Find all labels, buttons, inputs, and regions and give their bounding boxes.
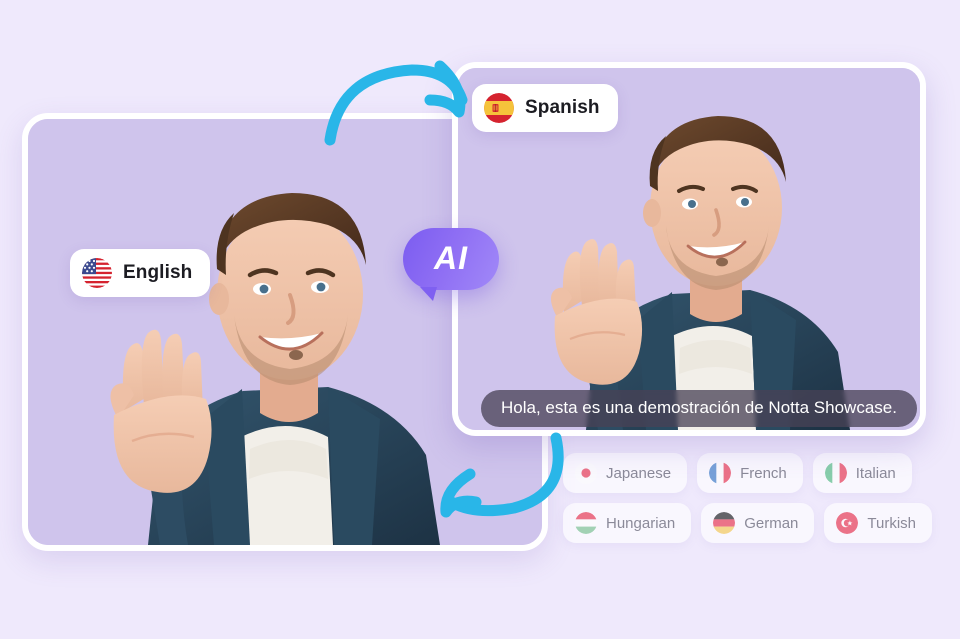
it-flag-icon xyxy=(824,462,847,484)
language-chip-label: German xyxy=(744,514,799,532)
promo-stage: English Hi, this is a demo of Notta Show… xyxy=(0,0,960,639)
source-language-badge[interactable]: English xyxy=(70,249,211,297)
curved-arrow-left-icon xyxy=(440,432,564,518)
target-video-card[interactable]: Spanish Hola, esta es una demostración d… xyxy=(452,62,926,436)
curved-arrow-right-icon xyxy=(324,60,468,146)
es-flag-icon xyxy=(484,93,514,123)
target-language-badge[interactable]: Spanish xyxy=(472,84,618,132)
target-language-label: Spanish xyxy=(525,97,600,118)
de-flag-icon xyxy=(713,512,736,534)
language-chip-label: Japanese xyxy=(606,464,672,482)
language-chip-label: Turkish xyxy=(867,514,917,532)
language-chip-label: French xyxy=(740,464,787,482)
language-chip-label: Hungarian xyxy=(606,514,676,532)
language-chip-german[interactable]: German xyxy=(701,503,815,543)
hu-flag-icon xyxy=(575,512,597,534)
language-chip-italian[interactable]: Italian xyxy=(812,453,912,493)
language-chip-french[interactable]: French xyxy=(697,453,803,493)
language-chip-label: Italian xyxy=(855,464,896,482)
fr-flag-icon xyxy=(709,462,732,484)
us-flag-icon xyxy=(82,258,112,288)
language-chip-japanese[interactable]: Japanese xyxy=(563,453,688,493)
ai-badge[interactable]: AI xyxy=(403,228,499,301)
source-language-label: English xyxy=(123,262,193,283)
target-caption: Hola, esta es una demostración de Notta … xyxy=(481,390,917,427)
ai-badge-label: AI xyxy=(434,240,468,276)
language-chip-row: Japanese French Italian xyxy=(563,453,912,493)
jp-flag-icon xyxy=(575,462,597,484)
language-chip-grid: Japanese French Italian Hungarian German… xyxy=(563,453,933,553)
language-chip-hungarian[interactable]: Hungarian xyxy=(563,503,692,543)
language-chip-turkish[interactable]: Turkish xyxy=(824,503,933,543)
tr-flag-icon xyxy=(836,512,859,534)
language-chip-row: Hungarian German Turkish xyxy=(563,503,933,543)
